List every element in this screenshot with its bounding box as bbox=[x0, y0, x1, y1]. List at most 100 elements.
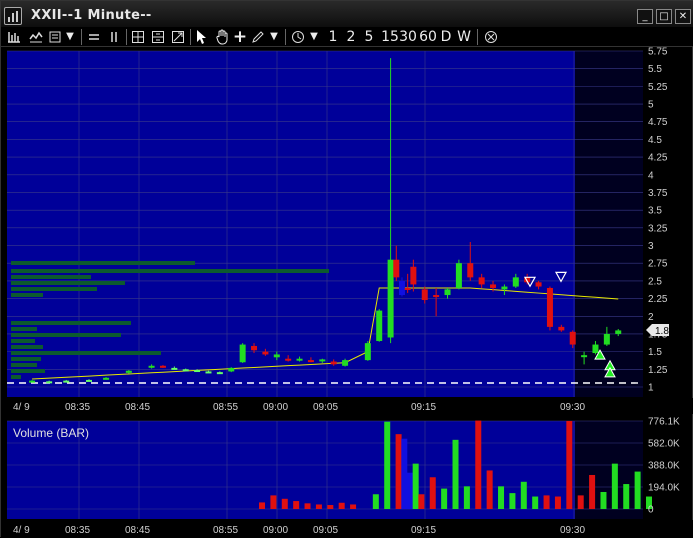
volume-bar bbox=[270, 495, 277, 509]
window-title: XXII--1 Minute-- bbox=[31, 8, 152, 23]
line-style-icon[interactable] bbox=[27, 27, 45, 47]
candle-body bbox=[603, 333, 610, 345]
crosshair-grid-icon[interactable] bbox=[129, 27, 147, 47]
profile-bar bbox=[11, 281, 125, 285]
volume-panel-title: Volume (BAR) bbox=[13, 426, 89, 440]
profile-bar bbox=[11, 369, 45, 373]
clock-interval-icon[interactable] bbox=[289, 27, 307, 47]
volume-bar bbox=[315, 504, 322, 509]
candle-body bbox=[159, 365, 166, 368]
pencil-draw-icon[interactable] bbox=[249, 27, 267, 47]
volume-bar bbox=[401, 438, 408, 509]
price-y-tick: 3.5 bbox=[648, 206, 662, 217]
price-y-tick: 1 bbox=[648, 383, 654, 394]
split-panes-icon[interactable] bbox=[149, 27, 167, 47]
volume-bar bbox=[611, 463, 618, 509]
profile-bar bbox=[11, 327, 37, 331]
volume-bar bbox=[554, 496, 561, 509]
profile-bar bbox=[11, 321, 131, 325]
price-y-tick: 4 bbox=[648, 170, 654, 181]
premarket-region bbox=[7, 51, 575, 397]
candle-body bbox=[398, 280, 405, 296]
bar-chart-style-icon[interactable] bbox=[5, 27, 23, 47]
candle-body bbox=[205, 371, 212, 374]
volume-bar bbox=[395, 434, 402, 509]
candle-body bbox=[421, 289, 428, 300]
volume-bar bbox=[406, 472, 413, 509]
volume-bar bbox=[412, 463, 419, 509]
candle-body bbox=[46, 381, 53, 384]
interval-15-button[interactable]: 15 bbox=[381, 27, 399, 47]
volume-x-tick: 08:35 bbox=[65, 525, 90, 536]
crosshair-icon[interactable]: + bbox=[231, 27, 249, 47]
minimize-button[interactable]: _ bbox=[637, 9, 653, 24]
price-x-tick: 08:45 bbox=[125, 402, 150, 413]
candle-body bbox=[615, 330, 622, 334]
candle-body bbox=[285, 358, 292, 361]
candle-body bbox=[319, 359, 326, 362]
volume-x-tick: 09:00 bbox=[263, 525, 288, 536]
volume-bar bbox=[475, 420, 482, 509]
app-chart-icon bbox=[4, 7, 22, 25]
candle-body bbox=[404, 287, 411, 290]
volume-bar bbox=[418, 494, 425, 509]
chart-type-dropdown-icon[interactable]: ▼ bbox=[63, 27, 77, 47]
candle-body bbox=[194, 370, 201, 373]
cancel-circle-icon[interactable] bbox=[482, 27, 500, 47]
price-y-tick: 4.5 bbox=[648, 135, 662, 146]
candle-body bbox=[182, 369, 189, 372]
interval-30-button[interactable]: 30 bbox=[399, 27, 417, 47]
candle-body bbox=[410, 266, 417, 285]
price-y-tick: 5.25 bbox=[648, 82, 668, 93]
profile-bar bbox=[11, 333, 121, 337]
volume-bar bbox=[327, 505, 334, 509]
volume-bar bbox=[498, 486, 505, 509]
volume-y-tick: 0 bbox=[648, 505, 654, 516]
volume-bar bbox=[532, 496, 539, 509]
interval-daily-button[interactable]: D bbox=[439, 27, 453, 47]
pointer-cursor-icon[interactable] bbox=[193, 27, 211, 47]
indicators-icon[interactable] bbox=[47, 27, 63, 47]
candle-body bbox=[581, 355, 588, 358]
candle-body bbox=[546, 287, 553, 327]
candle-body bbox=[512, 277, 519, 287]
price-y-tick: 1.25 bbox=[648, 365, 668, 376]
close-button[interactable]: ✕ bbox=[675, 9, 691, 24]
volume-bar bbox=[304, 503, 311, 509]
candle-body bbox=[342, 360, 349, 366]
maximize-button[interactable]: □ bbox=[656, 9, 672, 24]
volume-bar bbox=[281, 498, 288, 509]
price-y-axis: 5.75 5.5 5.25 5 4.75 4.5 4.25 4 3.75 3.5 3.25 3 2.75… bbox=[648, 47, 668, 394]
chart-canvas[interactable]: 5.75 5.5 5.25 5 4.75 4.5 4.25 4 3.75 3.5 3.25 3 2.75… bbox=[1, 47, 693, 538]
volume-bar bbox=[577, 495, 584, 509]
volume-bar bbox=[293, 501, 300, 509]
volume-x-tick: 09:05 bbox=[313, 525, 338, 536]
price-y-tick: 2.5 bbox=[648, 276, 662, 287]
interval-2-button[interactable]: 2 bbox=[345, 27, 357, 47]
interval-weekly-button[interactable]: W bbox=[456, 27, 472, 47]
horizontal-lines-icon[interactable] bbox=[85, 27, 103, 47]
hand-pan-icon[interactable] bbox=[213, 27, 231, 47]
volume-y-tick: 388.0K bbox=[648, 461, 680, 472]
price-x-tick: 09:15 bbox=[411, 402, 436, 413]
candle-body bbox=[29, 380, 36, 383]
interval-dropdown-icon[interactable]: ▼ bbox=[307, 27, 321, 47]
fit-zoom-icon[interactable] bbox=[169, 27, 187, 47]
profile-bar bbox=[11, 345, 43, 349]
candle-body bbox=[376, 310, 383, 342]
candle-body bbox=[444, 289, 451, 296]
price-y-tick: 1.5 bbox=[648, 347, 662, 358]
profile-bar bbox=[11, 375, 21, 379]
vertical-lines-icon[interactable] bbox=[105, 27, 123, 47]
volume-x-tick: 09:15 bbox=[411, 525, 436, 536]
candle-body bbox=[330, 361, 337, 365]
volume-bar bbox=[441, 488, 448, 509]
candle-body bbox=[273, 354, 280, 358]
interval-60-button[interactable]: 60 bbox=[419, 27, 437, 47]
interval-1-button[interactable]: 1 bbox=[327, 27, 339, 47]
drawing-tools-dropdown-icon[interactable]: ▼ bbox=[267, 27, 281, 47]
current-price-value: 1.8 bbox=[655, 326, 669, 337]
chart-window: XXII--1 Minute-- _ □ ✕ ▼ + ▼ ▼ 1 2 5 15 … bbox=[0, 0, 693, 538]
interval-5-button[interactable]: 5 bbox=[363, 27, 375, 47]
volume-bar bbox=[452, 439, 459, 509]
